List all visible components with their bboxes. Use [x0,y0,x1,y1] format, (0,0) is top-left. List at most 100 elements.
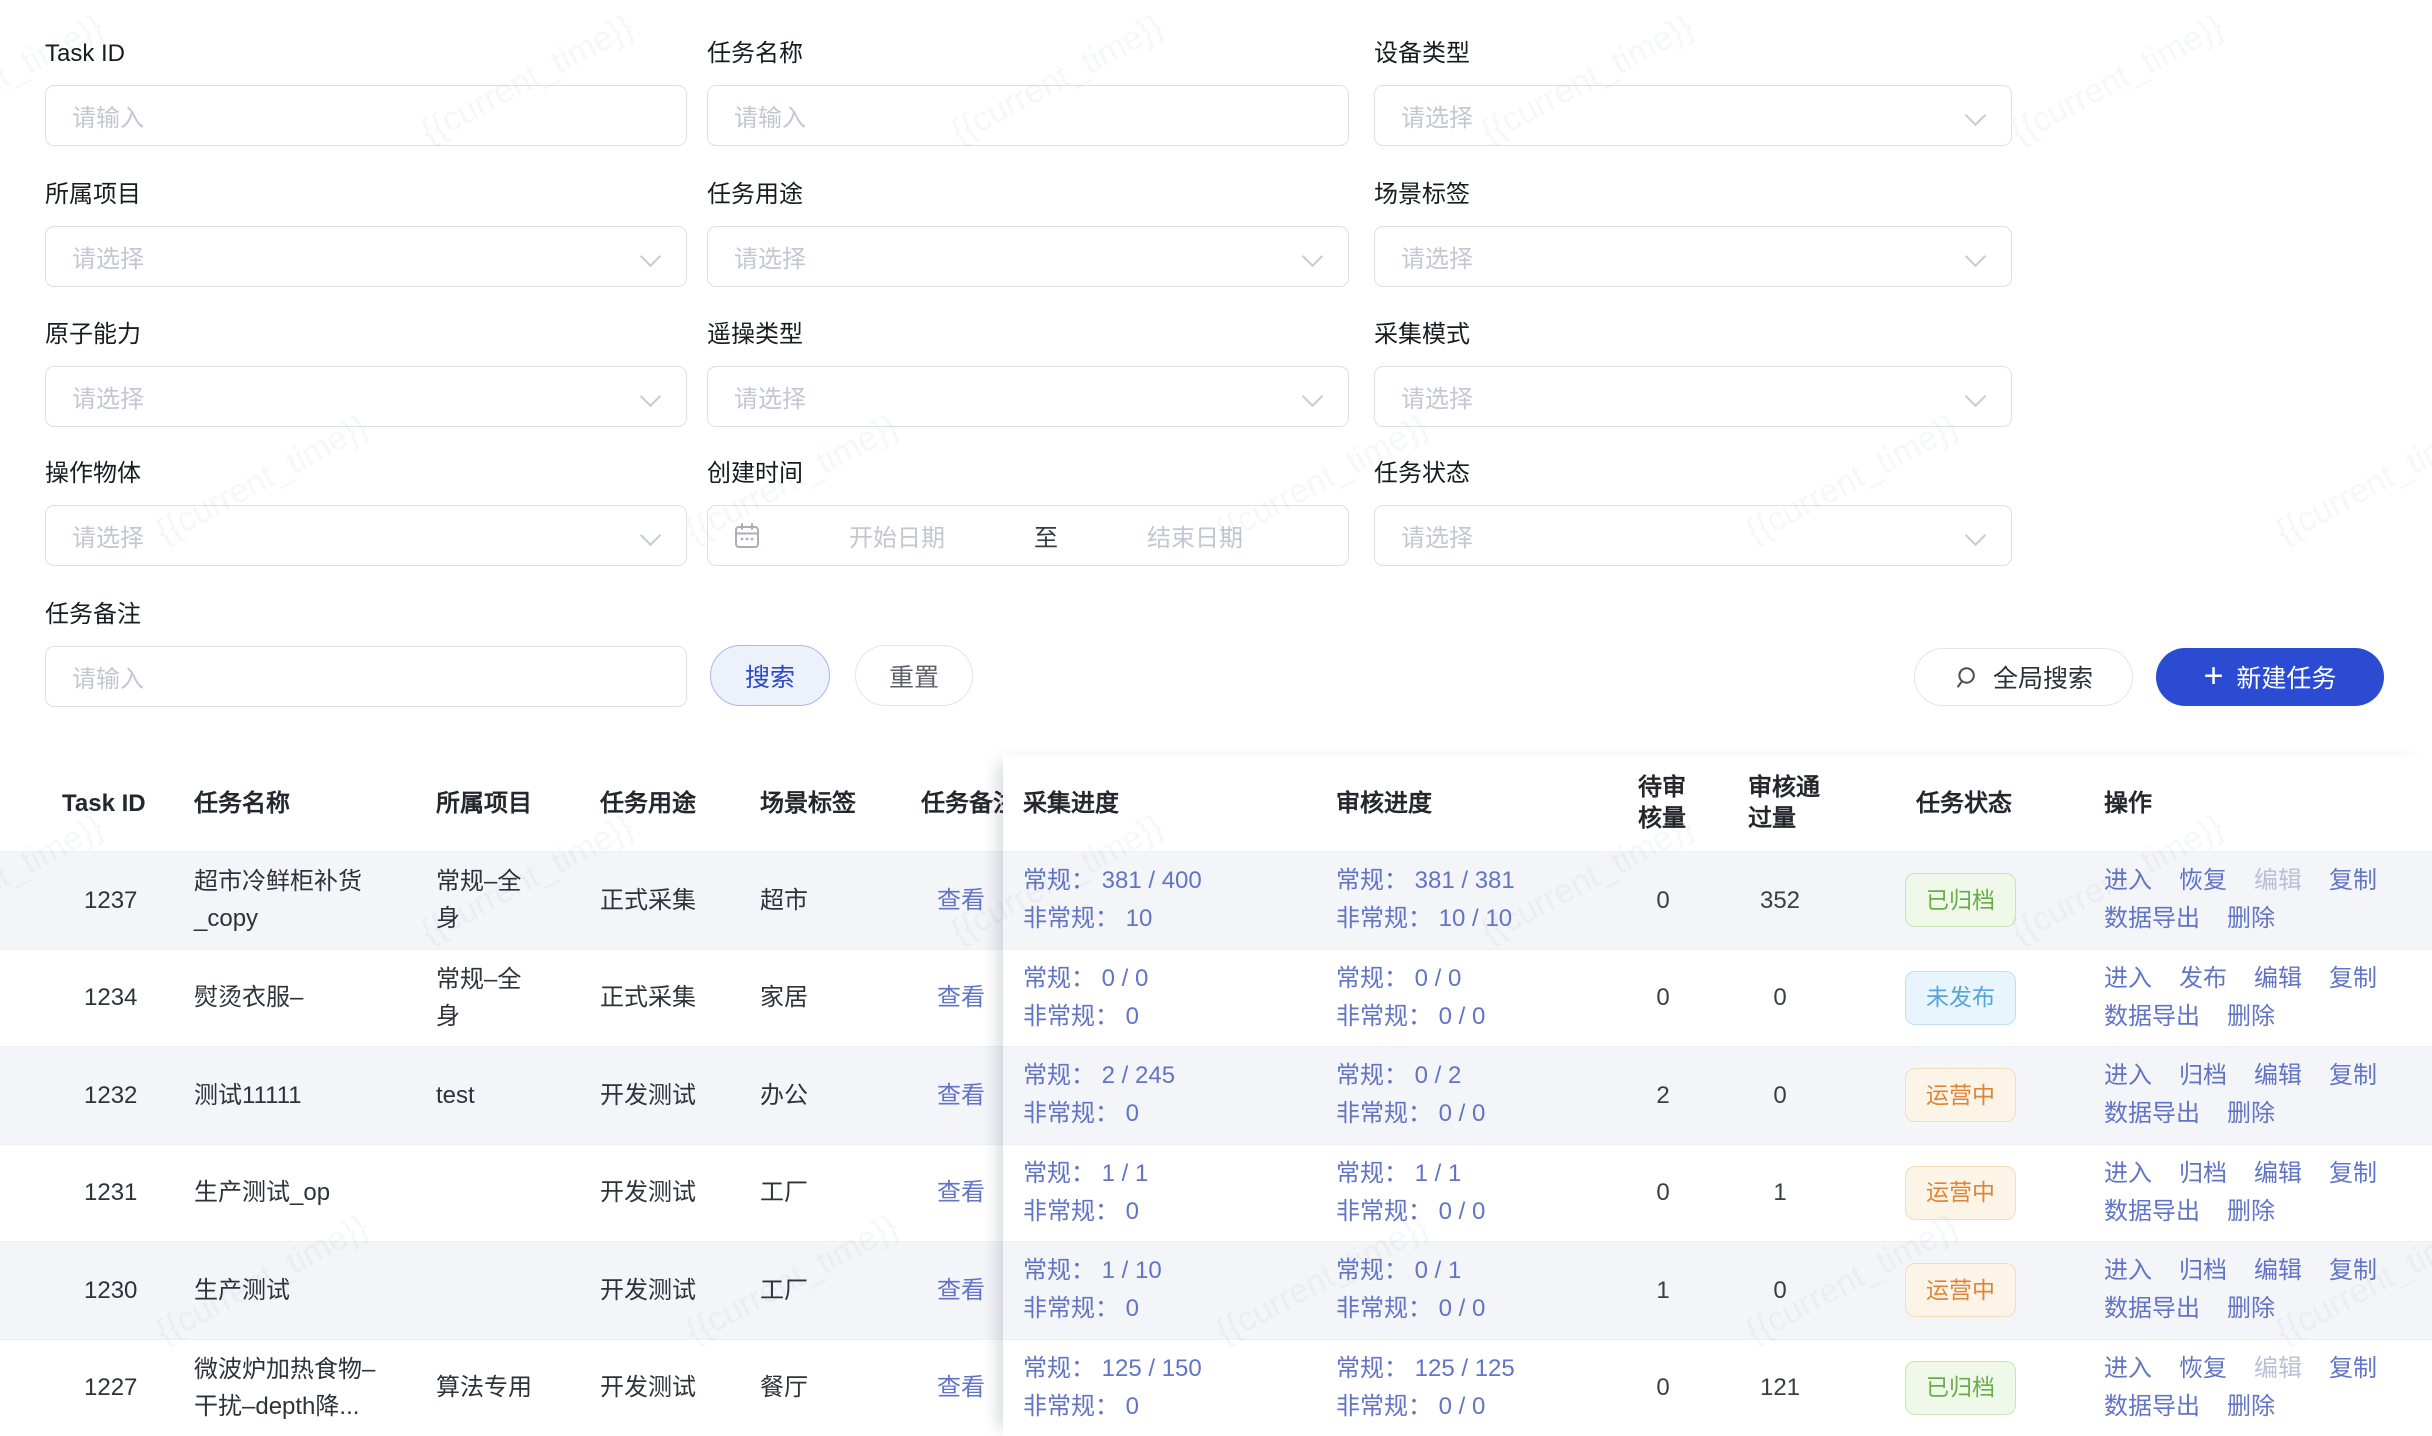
calendar-icon [732,521,762,551]
op-link[interactable]: 复制 [2329,960,2377,998]
op-link[interactable]: 归档 [2179,1252,2227,1290]
cell-project [436,1145,576,1242]
op-link[interactable]: 进入 [2104,1252,2152,1290]
op-link[interactable]: 复制 [2329,1057,2377,1095]
status-badge: 已归档 [1905,1361,2016,1415]
op-link[interactable]: 进入 [2104,960,2152,998]
cell-pending-count: 0 [1613,950,1713,1047]
filter-label: 采集模式 [1374,323,2012,347]
task-name-input[interactable]: 请输入 [707,85,1349,146]
op-link[interactable]: 编辑 [2254,1155,2302,1193]
collect-mode-select[interactable]: 请选择 [1374,366,2012,427]
op-link[interactable]: 进入 [2104,1155,2152,1193]
teleop-type-select[interactable]: 请选择 [707,366,1349,427]
cell-collect-progress: 常规： 1 / 10非常规： 0 [1023,1242,1323,1339]
cell-project [436,1242,576,1339]
op-link[interactable]: 数据导出 [2104,900,2200,938]
view-remark-link[interactable]: 查看 [937,1340,1007,1436]
op-link[interactable]: 恢复 [2179,1350,2227,1388]
task-status-select[interactable]: 请选择 [1374,505,2012,566]
operate-object-select[interactable]: 请选择 [45,505,687,566]
op-link[interactable]: 编辑 [2254,960,2302,998]
cell-collect-progress: 常规： 125 / 150非常规： 0 [1023,1340,1323,1436]
view-remark-link[interactable]: 查看 [937,1047,1007,1144]
search-button[interactable]: 搜索 [710,645,830,706]
cell-task-id: 1234 [84,950,184,1047]
op-link[interactable]: 复制 [2329,1252,2377,1290]
op-link[interactable]: 删除 [2227,1095,2275,1133]
op-link[interactable]: 数据导出 [2104,1193,2200,1231]
filter-field-scene-tag: 场景标签 请选择 [1374,183,2012,287]
cell-collect-progress: 常规： 1 / 1非常规： 0 [1023,1145,1323,1242]
op-link[interactable]: 进入 [2104,1350,2152,1388]
op-link[interactable]: 数据导出 [2104,1388,2200,1426]
op-link[interactable]: 数据导出 [2104,998,2200,1036]
op-link[interactable]: 复制 [2329,1155,2377,1193]
op-link[interactable]: 进入 [2104,1057,2152,1095]
status-badge: 未发布 [1905,971,2016,1025]
table-row-fixed: 常规： 381 / 400非常规： 10 常规： 381 / 381非常规： 1… [1003,851,2432,949]
chevron-down-icon [1965,246,1986,267]
op-link[interactable]: 删除 [2227,900,2275,938]
cell-project: 算法专用 [436,1340,576,1436]
placeholder-text: 请选择 [734,379,806,414]
cell-collect-progress: 常规： 2 / 245非常规： 0 [1023,1047,1323,1144]
reset-button[interactable]: 重置 [855,645,973,706]
table-row-fixed: 常规： 125 / 150非常规： 0 常规： 125 / 125非常规： 0 … [1003,1339,2432,1436]
op-link[interactable]: 编辑 [2254,1350,2302,1388]
placeholder-text: 请选择 [1401,98,1473,133]
op-link[interactable]: 恢复 [2179,862,2227,900]
cell-status: 运营中 [1905,1242,2016,1339]
cell-approved-count: 1 [1725,1145,1835,1242]
global-search-button[interactable]: 全局搜索 [1914,648,2133,706]
cell-operations: 进入 发布 编辑 复制 数据导出 删除 [2104,950,2424,1047]
filter-field-task-id: Task ID 请输入 [45,42,687,146]
op-link[interactable]: 复制 [2329,862,2377,900]
op-link[interactable]: 编辑 [2254,862,2302,900]
op-link[interactable]: 编辑 [2254,1252,2302,1290]
header-task-status: 任务状态 [1916,755,2012,851]
filter-field-teleop-type: 遥操类型 请选择 [707,323,1349,427]
table-row-fixed: 常规： 0 / 0非常规： 0 常规： 0 / 0非常规： 0 / 0 0 0 … [1003,949,2432,1047]
filter-field-collect-mode: 采集模式 请选择 [1374,323,2012,427]
op-link[interactable]: 归档 [2179,1057,2227,1095]
task-id-input[interactable]: 请输入 [45,85,687,146]
op-link[interactable]: 数据导出 [2104,1095,2200,1133]
op-link[interactable]: 归档 [2179,1155,2227,1193]
task-table: Task ID 任务名称 所属项目 任务用途 场景标签 任务备注 1237 超市… [0,755,2432,1436]
op-link[interactable]: 删除 [2227,1193,2275,1231]
date-range-input[interactable]: 开始日期 至 结束日期 [707,505,1349,566]
create-task-button[interactable]: + 新建任务 [2156,648,2384,706]
cell-project: 常规–全身 [436,950,576,1047]
placeholder-text: 请选择 [72,239,144,274]
date-start-placeholder[interactable]: 开始日期 [768,518,1026,553]
op-link[interactable]: 数据导出 [2104,1290,2200,1328]
cell-task-id: 1227 [84,1340,184,1436]
global-search-label: 全局搜索 [1993,659,2093,695]
scene-tag-select[interactable]: 请选择 [1374,226,2012,287]
op-link[interactable]: 发布 [2179,960,2227,998]
table-row-fixed: 常规： 1 / 1非常规： 0 常规： 1 / 1非常规： 0 / 0 0 1 … [1003,1144,2432,1242]
task-purpose-select[interactable]: 请选择 [707,226,1349,287]
view-remark-link[interactable]: 查看 [937,1242,1007,1339]
status-badge: 运营中 [1905,1263,2016,1317]
device-type-select[interactable]: 请选择 [1374,85,2012,146]
view-remark-link[interactable]: 查看 [937,852,1007,949]
atomic-ability-select[interactable]: 请选择 [45,366,687,427]
op-link[interactable]: 删除 [2227,1388,2275,1426]
date-end-placeholder[interactable]: 结束日期 [1066,518,1324,553]
op-link[interactable]: 进入 [2104,862,2152,900]
op-link[interactable]: 复制 [2329,1350,2377,1388]
header-pending-count: 待审核量 [1638,755,1686,851]
op-link[interactable]: 删除 [2227,998,2275,1036]
cell-review-progress: 常规： 1 / 1非常规： 0 / 0 [1336,1145,1636,1242]
project-select[interactable]: 请选择 [45,226,687,287]
view-remark-link[interactable]: 查看 [937,1145,1007,1242]
cell-review-progress: 常规： 0 / 2非常规： 0 / 0 [1336,1047,1636,1144]
cell-status: 运营中 [1905,1047,2016,1144]
op-link[interactable]: 删除 [2227,1290,2275,1328]
task-remark-input[interactable]: 请输入 [45,646,687,707]
op-link[interactable]: 编辑 [2254,1057,2302,1095]
view-remark-link[interactable]: 查看 [937,950,1007,1047]
cell-review-progress: 常规： 0 / 0非常规： 0 / 0 [1336,950,1636,1047]
